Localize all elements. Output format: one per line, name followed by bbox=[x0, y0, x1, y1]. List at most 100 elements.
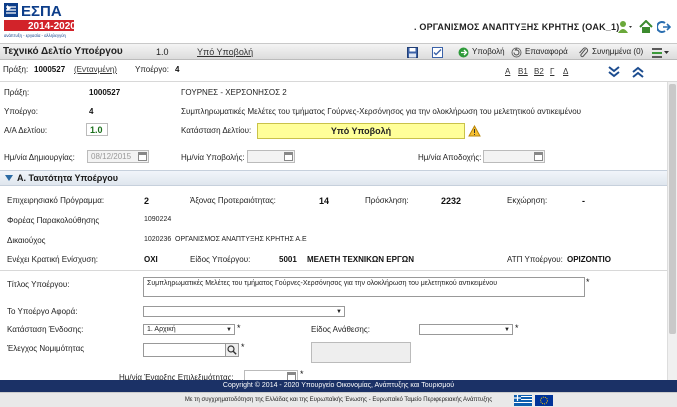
eidos-code: 5001 bbox=[279, 255, 297, 264]
detail-ypoergo-value: 4 bbox=[89, 107, 94, 116]
foreas-label: Φορέας Παρακολούθησης bbox=[7, 216, 100, 225]
required-marker: * bbox=[586, 277, 590, 287]
scrollbar-thumb[interactable] bbox=[669, 84, 676, 334]
vertical-scrollbar[interactable] bbox=[667, 82, 677, 380]
svg-text:ΕΣΠΑ: ΕΣΠΑ bbox=[21, 3, 62, 20]
axis-value: 14 bbox=[319, 196, 330, 206]
svg-text:ανάπτυξη - εργασία - αλληλεγγύ: ανάπτυξη - εργασία - αλληλεγγύη bbox=[4, 33, 66, 38]
detail-ypoergo-title: Συμπληρωματικές Μελέτες του τμήματος Γού… bbox=[181, 107, 582, 116]
document-title: Τεχνικό Δελτίο Υποέργου bbox=[3, 46, 123, 57]
app-header: ΕΣΠΑ 2014-2020 ανάπτυξη - εργασία - αλλη… bbox=[0, 0, 677, 43]
submit-button[interactable]: Υποβολή bbox=[458, 46, 505, 58]
required-marker: * bbox=[237, 323, 241, 333]
document-version: 1.0 bbox=[156, 47, 169, 57]
reset-label: Επαναφορά bbox=[525, 47, 568, 56]
created-date-value: 08/12/2015 bbox=[91, 152, 132, 161]
info-bar: Πράξη: 1000527 (Εντανμένη) Υποέργο: 4 A … bbox=[0, 61, 677, 82]
organization-name: . ΟΡΓΑΝΙΣΜΟΣ ΑΝΑΠΤΥΞΗΣ ΚΡΗΤΗΣ (OAK_1) bbox=[414, 22, 620, 32]
espa-logo: ΕΣΠΑ 2014-2020 ανάπτυξη - εργασία - αλλη… bbox=[2, 1, 76, 39]
katastasi-select[interactable]: 1. Αρχική bbox=[143, 324, 235, 335]
titlos-textarea[interactable]: Συμπληρωματικές Μελέτες του τμήματος Γού… bbox=[143, 277, 585, 297]
checklist-icon bbox=[432, 46, 443, 58]
ekx-value: - bbox=[582, 196, 585, 206]
calendar-icon bbox=[284, 152, 293, 161]
status-label: Κατάσταση Δελτίου: bbox=[181, 126, 252, 135]
required-marker: * bbox=[515, 323, 519, 333]
menu-button[interactable] bbox=[652, 46, 670, 58]
dik-code: 1020236 bbox=[144, 236, 172, 243]
warning-icon bbox=[468, 124, 481, 139]
dik-name: ΟΡΓΑΝΙΣΜΟΣ ΑΝΑΠΤΥΞΗΣ ΚΡΗΤΗΣ Α.Ε bbox=[175, 236, 307, 243]
created-label: Ημ/νία Δημιουργίας: bbox=[4, 153, 75, 162]
section-link-g[interactable]: Γ bbox=[550, 67, 554, 76]
anathesi-label: Είδος Ανάθεσης: bbox=[311, 325, 370, 334]
nomimotita-description bbox=[311, 342, 411, 363]
collapse-toggle-icon[interactable] bbox=[5, 175, 13, 181]
status-value: Υπό Υποβολή bbox=[257, 123, 465, 139]
attachments-button[interactable]: Συνημμένα (0) bbox=[578, 46, 643, 58]
afora-label: Το Υποέργο Αφορά: bbox=[7, 307, 78, 316]
dik-label: Δικαιούχος bbox=[7, 236, 46, 245]
atp-label: ΑΤΠ Υποέργου: bbox=[507, 255, 563, 264]
ep-label: Επιχειρησιακό Πρόγραμμα: bbox=[7, 196, 105, 205]
section-a-title: Α. Ταυτότητα Υποέργου bbox=[17, 173, 119, 183]
praxi-value: 1000527 bbox=[34, 65, 66, 74]
created-date-field: 08/12/2015 bbox=[87, 150, 149, 163]
ad-label: Α/Α Δελτίου: bbox=[4, 126, 48, 135]
required-marker: * bbox=[241, 342, 245, 352]
kratiki-value: ΟΧΙ bbox=[144, 255, 158, 264]
search-icon[interactable] bbox=[225, 344, 238, 356]
detail-ypoergo-label: Υποέργο: bbox=[4, 107, 38, 116]
section-link-a[interactable]: A bbox=[505, 67, 510, 76]
kratiki-label: Ενέχει Κρατική Ενίσχυση: bbox=[7, 255, 99, 264]
titlos-label: Τίτλος Υποέργου: bbox=[7, 280, 70, 289]
ad-field[interactable]: 1.0 bbox=[86, 123, 108, 136]
section-link-b1[interactable]: B1 bbox=[518, 67, 528, 76]
accepted-date-field bbox=[483, 150, 545, 163]
section-a-header[interactable]: Α. Ταυτότητα Υποέργου bbox=[0, 170, 677, 186]
afora-select[interactable] bbox=[143, 306, 345, 317]
atp-value: ΟΡΙΖΟΝΤΙΟ bbox=[567, 255, 611, 264]
cofinance-bar: Με τη συγχρηματοδότηση της Ελλάδας και τ… bbox=[0, 392, 677, 407]
divider bbox=[0, 270, 667, 271]
foreas-value: 1090224 bbox=[144, 216, 172, 223]
ypoergo-value: 4 bbox=[175, 65, 180, 74]
user-dropdown-icon[interactable] bbox=[617, 20, 632, 34]
katastasi-label: Κατάσταση Ένδοσης: bbox=[7, 325, 84, 334]
praxi-status-link[interactable]: (Εντανμένη) bbox=[74, 65, 117, 74]
copyright-bar: Copyright © 2014 - 2020 Υπουργείο Οικονο… bbox=[0, 380, 677, 392]
praxi-label: Πράξη: bbox=[3, 65, 29, 74]
svg-text:2014-2020: 2014-2020 bbox=[28, 21, 74, 32]
expand-all-icon[interactable] bbox=[608, 66, 620, 80]
validate-button[interactable] bbox=[432, 46, 443, 58]
section-link-b2[interactable]: B2 bbox=[534, 67, 544, 76]
detail-praxi-value: 1000527 bbox=[89, 88, 121, 97]
menu-dropdown-icon bbox=[652, 47, 669, 58]
eidos-value: ΜΕΛΕΤΗ ΤΕΧΝΙΚΩΝ ΕΡΓΩΝ bbox=[307, 255, 414, 264]
nomimotita-label: Έλεγχος Νομιμότητας bbox=[7, 344, 85, 353]
ep-value: 2 bbox=[144, 196, 150, 206]
attachments-label: Συνημμένα (0) bbox=[592, 47, 644, 56]
accepted-label: Ημ/νία Αποδοχής: bbox=[418, 153, 482, 162]
detail-praxi-title: ΓΟΥΡΝΕΣ - ΧΕΡΣΟΝΗΣΟΣ 2 bbox=[181, 88, 287, 97]
ekx-label: Εκχώρηση: bbox=[507, 196, 548, 205]
eu-flag-icon bbox=[535, 395, 553, 407]
required-marker: * bbox=[300, 369, 304, 379]
section-link-d[interactable]: Δ bbox=[563, 67, 568, 76]
cofinance-text: Με τη συγχρηματοδότηση της Ελλάδας και τ… bbox=[184, 397, 493, 403]
save-button[interactable] bbox=[407, 46, 418, 58]
collapse-all-icon[interactable] bbox=[632, 66, 644, 80]
home-icon[interactable] bbox=[639, 19, 653, 34]
anathesi-select[interactable] bbox=[419, 324, 513, 335]
calendar-icon bbox=[534, 152, 543, 161]
greek-flag-icon bbox=[514, 395, 532, 407]
status-link[interactable]: Υπό Υποβολή bbox=[197, 47, 253, 57]
nomimotita-lookup[interactable] bbox=[143, 343, 239, 357]
call-value: 2232 bbox=[441, 196, 462, 206]
reset-button[interactable]: Επαναφορά bbox=[511, 46, 568, 58]
detail-praxi-label: Πράξη: bbox=[4, 88, 30, 97]
submitted-label: Ημ/νία Υποβολής: bbox=[181, 153, 245, 162]
logout-icon[interactable] bbox=[656, 20, 672, 34]
submitted-date-field bbox=[247, 150, 295, 163]
paperclip-icon bbox=[579, 47, 588, 57]
